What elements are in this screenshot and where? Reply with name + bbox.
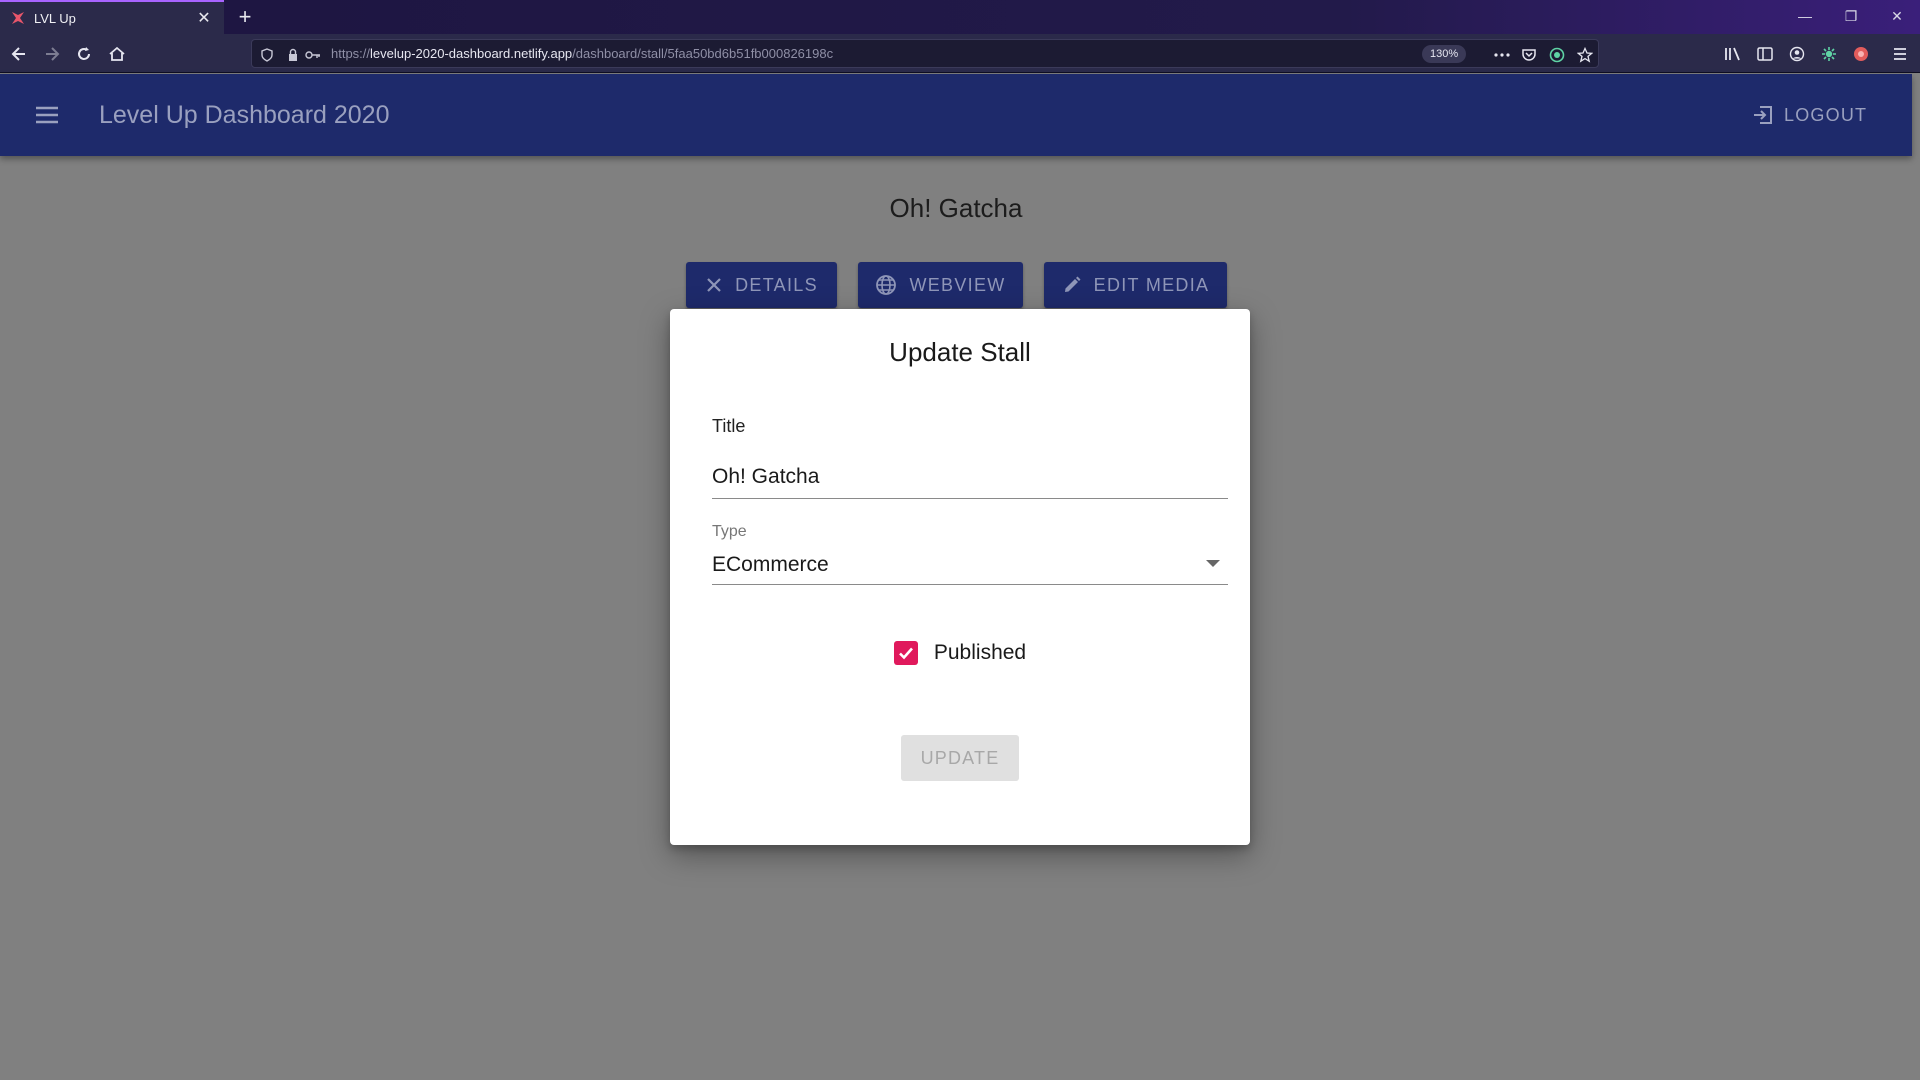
forward-button[interactable] [38, 40, 66, 68]
app-header: Level Up Dashboard 2020 LOGOUT [0, 74, 1912, 156]
published-label: Published [933, 641, 1027, 664]
lock-icon[interactable] [284, 46, 302, 64]
account-button[interactable] [1783, 40, 1811, 68]
edit-media-button[interactable]: EDIT MEDIA [1044, 262, 1227, 308]
library-button[interactable] [1719, 40, 1747, 68]
url-text[interactable]: https://levelup-2020-dashboard.netlify.a… [331, 40, 833, 67]
dropdown-arrow-icon [1206, 560, 1220, 567]
browser-toolbar: https://levelup-2020-dashboard.netlify.a… [0, 34, 1920, 73]
extension-button[interactable] [1815, 40, 1843, 68]
checkmark-icon [898, 647, 913, 660]
update-stall-dialog: Update Stall Title Type ECommerce Publis… [670, 309, 1250, 845]
logout-label: LOGOUT [1784, 104, 1868, 125]
new-tab-button[interactable]: + [232, 4, 258, 30]
pocket-icon[interactable] [1520, 46, 1538, 64]
library-icon [1725, 47, 1740, 61]
logout-button[interactable]: LOGOUT [1752, 96, 1867, 134]
browser-menu-button[interactable] [1886, 40, 1914, 68]
key-icon[interactable] [304, 46, 322, 64]
zoom-level-badge[interactable]: 130% [1422, 45, 1467, 63]
published-checkbox[interactable] [893, 641, 918, 665]
close-icon [707, 278, 721, 292]
url-path: /dashboard/stall/5faa50bd6b51fb000826198… [572, 46, 834, 61]
extension-icon[interactable] [1548, 46, 1566, 64]
title-input[interactable] [712, 455, 1228, 499]
sidebar-icon [1757, 47, 1773, 61]
reload-icon [78, 47, 90, 60]
dialog-title: Update Stall [889, 337, 1031, 367]
address-bar[interactable]: https://levelup-2020-dashboard.netlify.a… [251, 39, 1599, 68]
hamburger-menu-icon [1894, 48, 1906, 60]
bookmark-star-icon[interactable] [1576, 46, 1594, 64]
webview-button[interactable]: WEBVIEW [858, 262, 1023, 308]
type-field-label: Type [712, 523, 747, 540]
title-field-label: Title [712, 416, 746, 436]
minimize-window-button[interactable]: — [1782, 0, 1828, 32]
page-title: Oh! Gatcha [889, 193, 1023, 223]
back-icon [11, 47, 25, 61]
back-button[interactable] [5, 40, 33, 68]
globe-icon [876, 275, 897, 295]
browser-tab-strip: LVL Up ✕ + — ❐ ✕ [0, 0, 1920, 34]
extension-button[interactable] [1847, 40, 1875, 68]
tab-title: LVL Up [34, 10, 76, 26]
details-label: DETAILS [735, 274, 818, 295]
edit-media-label: EDIT MEDIA [1093, 274, 1210, 295]
app-title: Level Up Dashboard 2020 [99, 101, 390, 129]
restore-window-button[interactable]: ❐ [1828, 0, 1874, 32]
extension-icon [1822, 47, 1836, 61]
reload-button[interactable] [70, 40, 98, 68]
type-select[interactable]: ECommerce [712, 545, 1228, 585]
extension-icon [1854, 47, 1868, 61]
details-button[interactable]: DETAILS [686, 262, 837, 308]
home-icon [109, 46, 125, 61]
published-row: Published [670, 641, 1250, 665]
menu-icon[interactable] [34, 102, 60, 128]
browser-tab[interactable]: LVL Up ✕ [0, 0, 224, 34]
shield-icon[interactable] [258, 46, 276, 64]
url-host: levelup-2020-dashboard.netlify.app [370, 46, 573, 61]
account-icon [1789, 46, 1805, 62]
home-button[interactable] [103, 40, 131, 68]
webview-label: WEBVIEW [909, 274, 1006, 295]
tab-close-icon[interactable]: ✕ [194, 8, 214, 28]
forward-icon [46, 47, 60, 61]
update-button[interactable]: UPDATE [901, 735, 1019, 781]
logout-icon [1754, 106, 1772, 124]
type-select-value: ECommerce [712, 553, 829, 576]
sidebar-toggle-button[interactable] [1751, 40, 1779, 68]
close-window-button[interactable]: ✕ [1874, 0, 1920, 32]
more-actions-icon[interactable] [1493, 46, 1511, 64]
pencil-icon [1064, 276, 1081, 292]
url-prefix: https:// [331, 46, 371, 61]
site-favicon-icon [12, 12, 24, 24]
